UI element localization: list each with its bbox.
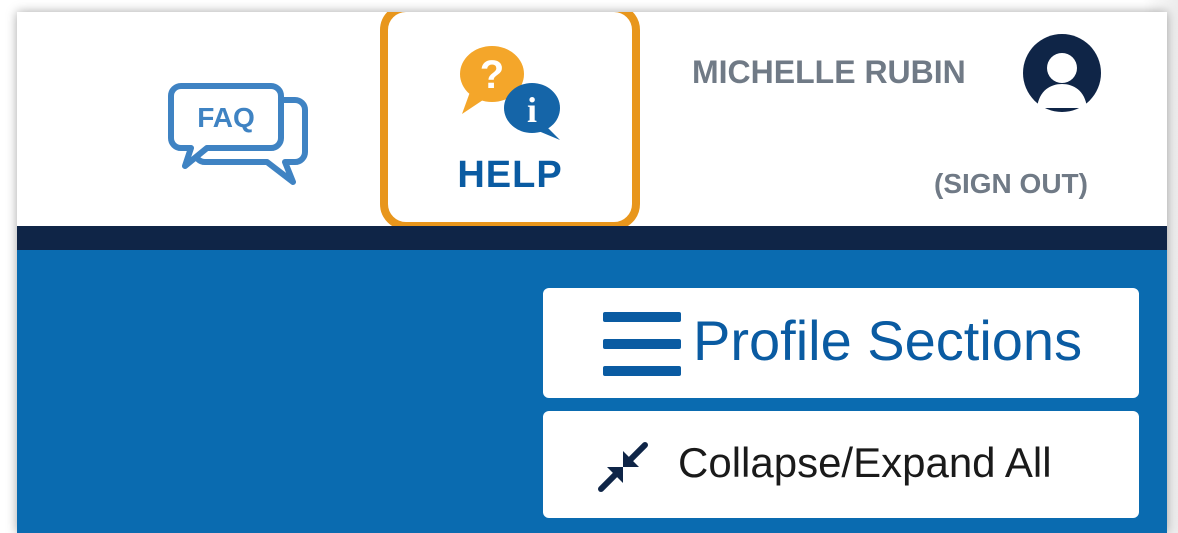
menu-icon [603,312,681,376]
profile-sections-label: Profile Sections [693,309,1083,372]
top-header: FAQ ? i HELP MICHELLE RUBIN (SIGN OUT) [17,12,1167,230]
header-divider-bar [17,226,1167,250]
profile-sections-button[interactable]: Profile Sections [543,288,1139,398]
faq-speech-bubbles-icon: FAQ [168,83,308,185]
collapse-expand-all-label: Collapse/Expand All [678,439,1052,486]
screenshot-frame: FAQ ? i HELP MICHELLE RUBIN (SIGN OUT) P… [0,0,1178,533]
collapse-arrows-icon [598,442,648,492]
user-avatar-icon[interactable] [1023,34,1101,112]
faq-link[interactable]: FAQ [167,82,317,202]
help-label: HELP [457,154,563,196]
user-name: MICHELLE RUBIN [692,54,966,90]
help-link[interactable]: ? i HELP [380,12,640,230]
collapse-expand-all-button[interactable]: Collapse/Expand All [543,411,1139,518]
faq-icon-text: FAQ [197,102,255,133]
app-panel: FAQ ? i HELP MICHELLE RUBIN (SIGN OUT) P… [17,12,1167,533]
svg-text:i: i [527,90,537,130]
sign-out-link[interactable]: (SIGN OUT) [934,168,1088,200]
svg-text:?: ? [480,53,504,97]
help-chat-bubbles-icon: ? i [460,46,560,140]
